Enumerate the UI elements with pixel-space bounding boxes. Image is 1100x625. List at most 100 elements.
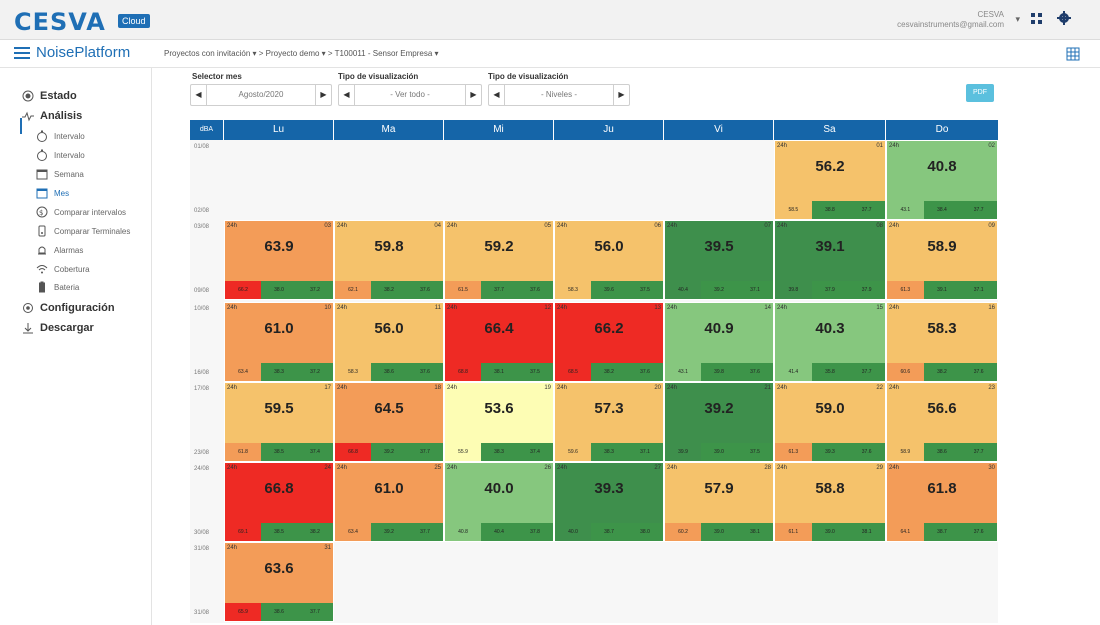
- day-cell-23[interactable]: 24h 23 56.6 58.9 38.6 37.7: [886, 382, 998, 462]
- table-view-icon[interactable]: [1066, 47, 1080, 61]
- sub-level-value: 37.4: [297, 443, 333, 461]
- sub-level-value: 37.7: [848, 201, 885, 219]
- stopwatch-icon: [37, 149, 47, 161]
- sidebar-label: Descargar: [40, 322, 94, 334]
- month-value[interactable]: Agosto/2020: [207, 85, 315, 105]
- sidebar-item-comparar-terminales[interactable]: Comparar Terminales: [36, 225, 130, 237]
- user-info[interactable]: CESVA cesvainstruments@gmail.com: [897, 10, 1004, 30]
- day-cell-12[interactable]: 24h 12 66.4 68.8 38.1 37.5: [444, 302, 554, 382]
- day-level-value: 66.4: [484, 320, 514, 337]
- secondary-bar: NoisePlatform Proyectos con invitación ▾…: [0, 40, 1100, 68]
- day-period-label: 24h: [557, 385, 568, 391]
- day-cell-27[interactable]: 24h 27 39.3 40.0 38.7 38.0: [554, 462, 664, 542]
- wifi-icon: [36, 265, 48, 274]
- day-cell-17[interactable]: 24h 17 59.5 61.8 38.5 37.4: [224, 382, 334, 462]
- day-cell-22[interactable]: 24h 22 59.0 61.3 39.3 37.6: [774, 382, 886, 462]
- day-period-label: 24h: [777, 465, 788, 471]
- day-cell-09[interactable]: 24h 09 58.9 61.3 39.1 37.1: [886, 220, 998, 300]
- day-period-label: 24h: [447, 465, 458, 471]
- day-cell-05[interactable]: 24h 05 59.2 61.5 37.7 37.6: [444, 220, 554, 300]
- sidebar-item-descargar[interactable]: Descargar: [22, 322, 94, 334]
- day-cell-19[interactable]: 24h 19 53.6 55.9 38.3 37.4: [444, 382, 554, 462]
- day-period-label: 24h: [337, 385, 348, 391]
- day-cell-11[interactable]: 24h 11 56.0 58.3 38.6 37.6: [334, 302, 444, 382]
- day-level-value: 59.8: [374, 238, 404, 255]
- day-cell-20[interactable]: 24h 20 57.3 59.6 38.3 37.1: [554, 382, 664, 462]
- view-value[interactable]: - Ver todo -: [355, 85, 465, 105]
- sidebar-item-analisis[interactable]: Análisis: [22, 110, 82, 122]
- sub-level-value: 37.7: [848, 363, 885, 381]
- day-cell-31[interactable]: 24h 31 63.6 65.9 38.6 37.7: [224, 542, 334, 622]
- sidebar-label: Estado: [40, 90, 77, 102]
- day-cell-29[interactable]: 24h 29 58.8 61.1 39.0 38.1: [774, 462, 886, 542]
- levels-value[interactable]: - Niveles -: [505, 85, 613, 105]
- day-level-value: 56.0: [374, 320, 404, 337]
- day-cell-01[interactable]: 24h 01 56.2 58.5 38.8 37.7: [774, 140, 886, 220]
- sub-level-value: 39.6: [591, 281, 627, 299]
- sub-level-value: 37.5: [517, 363, 553, 381]
- sidebar-item-comparar-intervalos[interactable]: $ Comparar intervalos: [36, 206, 126, 218]
- pdf-button[interactable]: PDF: [966, 84, 994, 102]
- sub-level-value: 38.6: [371, 363, 407, 381]
- gear-icon[interactable]: [1056, 10, 1072, 26]
- sidebar-item-estado[interactable]: Estado: [22, 90, 77, 102]
- sidebar-item-bateria[interactable]: Bateria: [36, 281, 79, 293]
- month-selector[interactable]: ◀ Agosto/2020 ▶: [190, 84, 332, 106]
- radio-icon: [22, 90, 34, 102]
- sidebar-label: Alarmas: [54, 245, 84, 255]
- levels-selector[interactable]: ◀ - Niveles - ▶: [488, 84, 630, 106]
- day-cell-14[interactable]: 24h 14 40.9 43.1 39.8 37.6: [664, 302, 774, 382]
- month-calendar: dBA Lu Ma Mi Ju Vi Sa Do 01/08 02/08 03/08…: [190, 120, 998, 623]
- day-level-value: 56.6: [927, 400, 957, 417]
- sub-level-value: 40.0: [555, 523, 591, 541]
- day-number: 04: [434, 223, 441, 229]
- day-cell-24[interactable]: 24h 24 66.8 69.1 38.5 38.2: [224, 462, 334, 542]
- day-cell-03[interactable]: 24h 03 63.9 66.2 38.0 37.2: [224, 220, 334, 300]
- prev-arrow-icon[interactable]: ◀: [339, 85, 355, 105]
- day-cell-30[interactable]: 24h 30 61.8 64.1 38.7 37.6: [886, 462, 998, 542]
- sidebar-item-configuracion[interactable]: Configuración: [22, 302, 115, 314]
- day-level-value: 57.3: [594, 400, 624, 417]
- day-cell-15[interactable]: 24h 15 40.3 41.4 35.8 37.7: [774, 302, 886, 382]
- sidebar-item-semana[interactable]: Semana: [36, 168, 84, 180]
- breadcrumb[interactable]: Proyectos con invitación ▾ > Proyecto de…: [164, 49, 439, 58]
- day-cell-06[interactable]: 24h 06 56.0 58.3 39.6 37.5: [554, 220, 664, 300]
- view-selector[interactable]: ◀ - Ver todo - ▶: [338, 84, 482, 106]
- day-cell-13[interactable]: 24h 13 66.2 68.5 38.2 37.6: [554, 302, 664, 382]
- sidebar-label: Mes: [54, 188, 70, 198]
- day-level-value: 40.9: [704, 320, 734, 337]
- day-cell-18[interactable]: 24h 18 64.5 66.8 39.2 37.7: [334, 382, 444, 462]
- day-number: 27: [654, 465, 661, 471]
- day-cell-02[interactable]: 24h 02 40.8 43.1 38.4 37.7: [886, 140, 998, 220]
- day-cell-10[interactable]: 24h 10 61.0 63.4 38.3 37.2: [224, 302, 334, 382]
- sidebar-item-alarmas[interactable]: Alarmas: [36, 244, 83, 256]
- next-arrow-icon[interactable]: ▶: [315, 85, 331, 105]
- grid-icon[interactable]: [1030, 12, 1044, 26]
- day-cell-28[interactable]: 24h 28 57.9 60.2 39.0 38.1: [664, 462, 774, 542]
- day-cell-04[interactable]: 24h 04 59.8 62.1 38.2 37.6: [334, 220, 444, 300]
- sidebar-item-intervalo-2[interactable]: Intervalo: [36, 149, 85, 161]
- user-menu-caret[interactable]: ▾: [1015, 14, 1020, 25]
- sub-level-value: 61.3: [887, 281, 924, 299]
- day-cell-07[interactable]: 24h 07 39.5 40.4 39.2 37.1: [664, 220, 774, 300]
- day-cell-26[interactable]: 24h 26 40.0 40.8 40.4 37.8: [444, 462, 554, 542]
- next-arrow-icon[interactable]: ▶: [465, 85, 481, 105]
- sidebar-item-cobertura[interactable]: Cobertura: [36, 263, 90, 275]
- hamburger-menu-icon[interactable]: [14, 46, 30, 60]
- day-cell-21[interactable]: 24h 21 39.2 39.9 39.0 37.5: [664, 382, 774, 462]
- day-cell-08[interactable]: 24h 08 39.1 39.8 37.9 37.9: [774, 220, 886, 300]
- day-number: 16: [988, 305, 995, 311]
- platform-title[interactable]: NoisePlatform: [36, 44, 130, 61]
- next-arrow-icon[interactable]: ▶: [613, 85, 629, 105]
- day-cell-16[interactable]: 24h 16 58.3 60.6 38.2 37.6: [886, 302, 998, 382]
- prev-arrow-icon[interactable]: ◀: [489, 85, 505, 105]
- sub-level-value: 43.1: [665, 363, 701, 381]
- sub-level-value: 39.8: [775, 281, 812, 299]
- sidebar-item-intervalo[interactable]: Intervalo: [36, 130, 85, 142]
- day-cell-25[interactable]: 24h 25 61.0 63.4 39.2 37.7: [334, 462, 444, 542]
- day-level-value: 61.0: [264, 320, 294, 337]
- sidebar-item-mes[interactable]: Mes: [36, 187, 69, 199]
- prev-arrow-icon[interactable]: ◀: [191, 85, 207, 105]
- cesva-logo[interactable]: CESVA: [14, 8, 106, 36]
- day-number: 11: [434, 305, 441, 311]
